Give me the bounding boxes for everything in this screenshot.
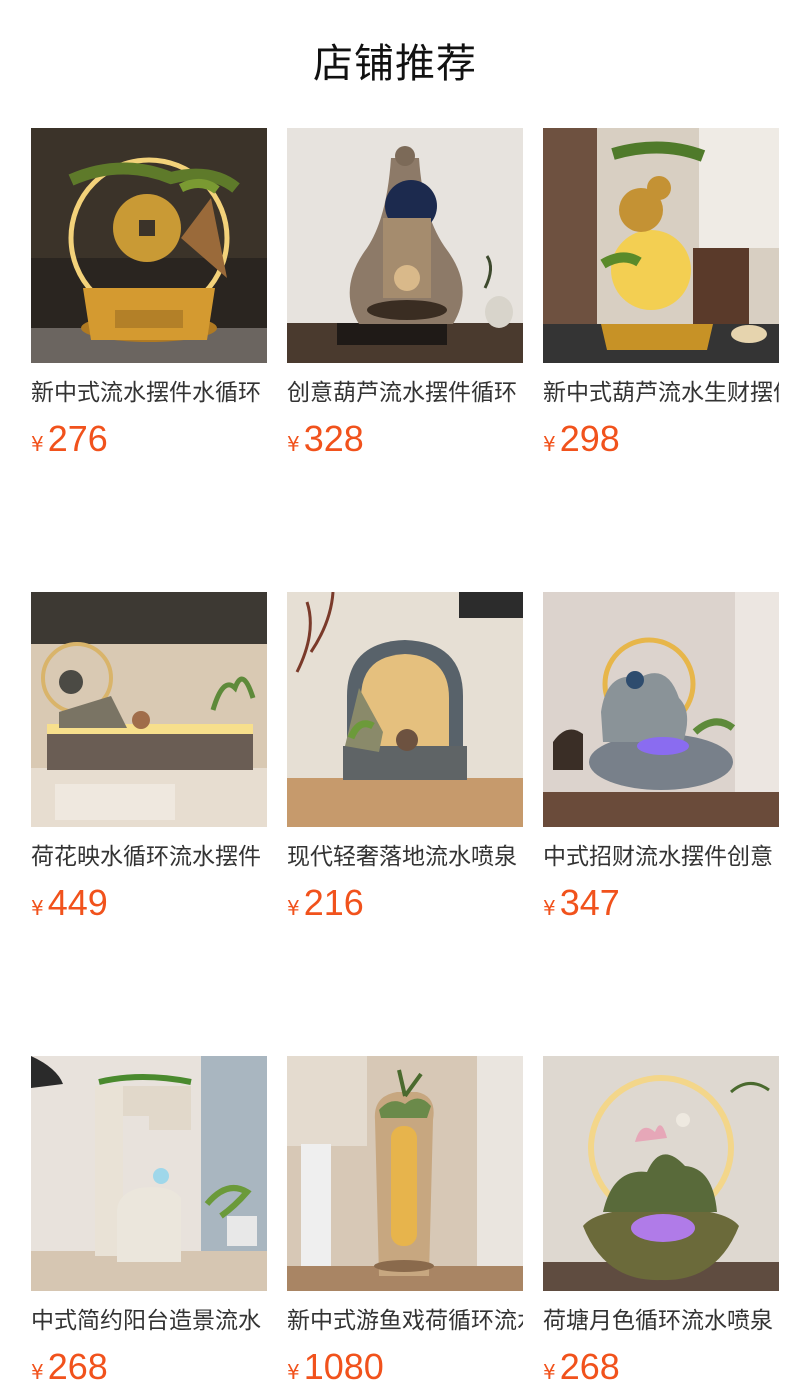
- product-price: ¥328: [287, 419, 523, 459]
- product-name[interactable]: 新中式游鱼戏荷循环流水: [287, 1305, 523, 1337]
- fountain-stone-bowl-image: [543, 592, 779, 827]
- product-name[interactable]: 荷塘月色循环流水喷泉: [543, 1305, 779, 1337]
- price-value: 268: [47, 1346, 108, 1387]
- currency-symbol: ¥: [287, 432, 300, 456]
- product-card[interactable]: 新中式流水摆件水循环 ¥276: [31, 128, 267, 459]
- product-card[interactable]: 新中式葫芦流水生财摆件 ¥298: [543, 128, 779, 459]
- product-image[interactable]: [287, 1056, 523, 1291]
- product-image[interactable]: [543, 592, 779, 827]
- product-name[interactable]: 中式招财流水摆件创意: [543, 841, 779, 873]
- product-price: ¥298: [543, 419, 779, 459]
- fountain-gourd-pine-image: [543, 128, 779, 363]
- product-card[interactable]: 中式招财流水摆件创意 ¥347: [543, 592, 779, 923]
- product-card[interactable]: 中式简约阳台造景流水 ¥268: [31, 1056, 267, 1387]
- currency-symbol: ¥: [287, 896, 300, 920]
- product-image[interactable]: [287, 592, 523, 827]
- product-price: ¥268: [31, 1347, 267, 1387]
- fountain-pine-coin-image: [31, 128, 267, 363]
- currency-symbol: ¥: [287, 1360, 300, 1384]
- price-value: 268: [559, 1346, 620, 1387]
- fountain-lotus-ring-image: [543, 1056, 779, 1291]
- product-image[interactable]: [31, 128, 267, 363]
- product-price: ¥276: [31, 419, 267, 459]
- product-price: ¥449: [31, 883, 267, 923]
- product-name[interactable]: 现代轻奢落地流水喷泉: [287, 841, 523, 873]
- product-card[interactable]: 荷花映水循环流水摆件 ¥449: [31, 592, 267, 923]
- product-price: ¥1080: [287, 1347, 523, 1387]
- currency-symbol: ¥: [543, 1360, 556, 1384]
- product-name[interactable]: 新中式葫芦流水生财摆件: [543, 377, 779, 409]
- fountain-tall-vase-image: [287, 1056, 523, 1291]
- product-grid: 新中式流水摆件水循环 ¥276 创意葫芦流水摆件循环 ¥328 新中式葫芦流水生…: [31, 128, 790, 1387]
- currency-symbol: ¥: [31, 1360, 44, 1384]
- price-value: 276: [47, 418, 108, 459]
- page-title: 店铺推荐: [313, 41, 477, 87]
- price-value: 328: [303, 418, 364, 459]
- product-image[interactable]: [287, 128, 523, 363]
- product-card[interactable]: 创意葫芦流水摆件循环 ¥328: [287, 128, 523, 459]
- product-name[interactable]: 新中式流水摆件水循环: [31, 377, 267, 409]
- product-price: ¥216: [287, 883, 523, 923]
- product-name[interactable]: 创意葫芦流水摆件循环: [287, 377, 523, 409]
- product-image[interactable]: [31, 592, 267, 827]
- product-card[interactable]: 现代轻奢落地流水喷泉 ¥216: [287, 592, 523, 923]
- price-value: 298: [559, 418, 620, 459]
- fountain-round-screen-image: [287, 592, 523, 827]
- product-name[interactable]: 荷花映水循环流水摆件: [31, 841, 267, 873]
- fountain-lotus-long-image: [31, 592, 267, 827]
- currency-symbol: ¥: [543, 896, 556, 920]
- product-card[interactable]: 荷塘月色循环流水喷泉 ¥268: [543, 1056, 779, 1387]
- currency-symbol: ¥: [31, 432, 44, 456]
- product-name[interactable]: 中式简约阳台造景流水: [31, 1305, 267, 1337]
- product-card[interactable]: 新中式游鱼戏荷循环流水 ¥1080: [287, 1056, 523, 1387]
- product-price: ¥268: [543, 1347, 779, 1387]
- price-value: 347: [559, 882, 620, 923]
- product-image[interactable]: [543, 1056, 779, 1291]
- fountain-white-stone-image: [31, 1056, 267, 1291]
- price-value: 1080: [303, 1346, 384, 1387]
- product-image[interactable]: [31, 1056, 267, 1291]
- currency-symbol: ¥: [31, 896, 44, 920]
- product-price: ¥347: [543, 883, 779, 923]
- product-image[interactable]: [543, 128, 779, 363]
- currency-symbol: ¥: [543, 432, 556, 456]
- price-value: 449: [47, 882, 108, 923]
- price-value: 216: [303, 882, 364, 923]
- fountain-gourd-image: [287, 128, 523, 363]
